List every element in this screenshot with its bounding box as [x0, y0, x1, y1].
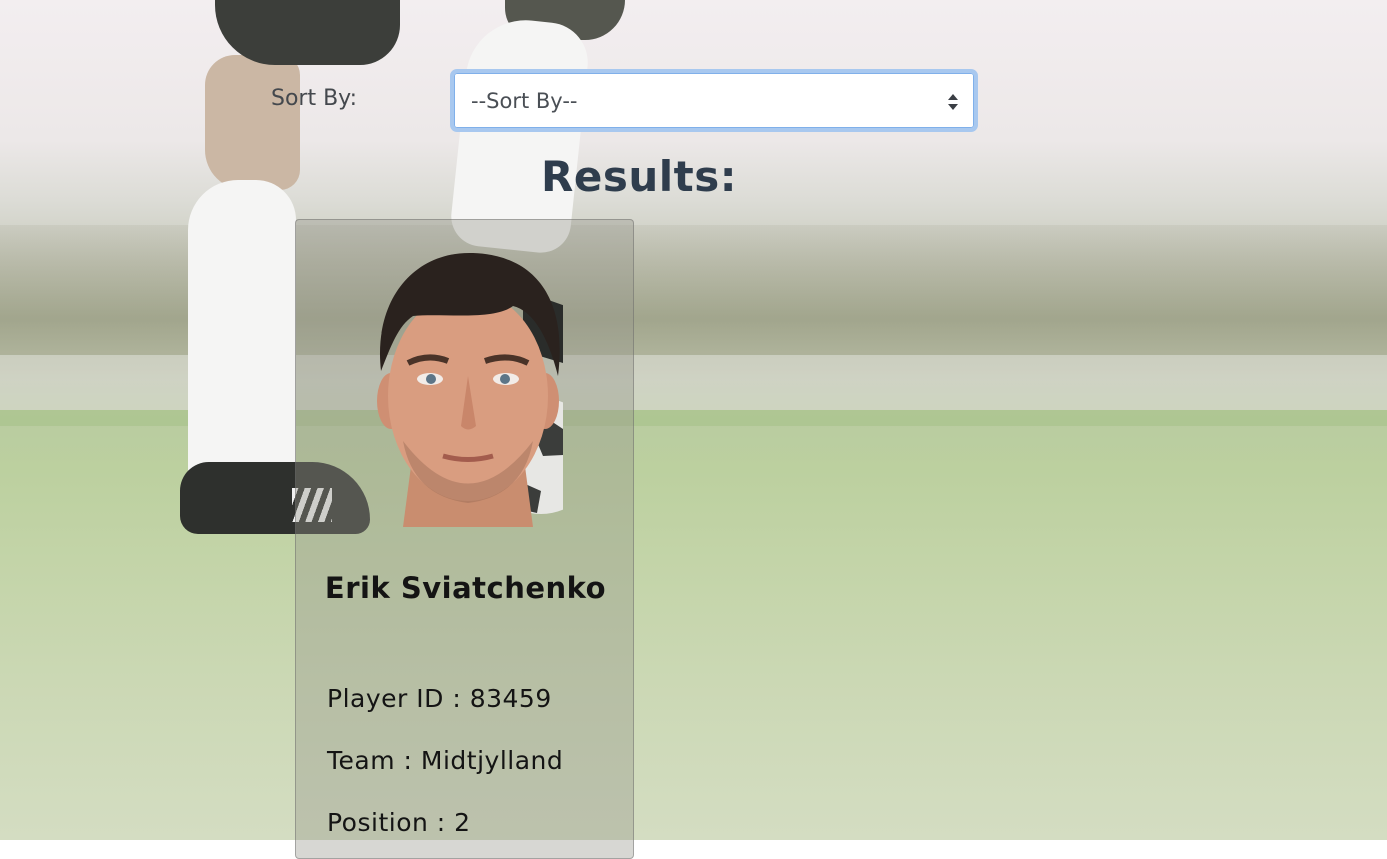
player-headshot-image: [377, 252, 563, 527]
player-id-row: Player ID : 83459: [327, 684, 552, 713]
sort-by-selected-value: --Sort By--: [471, 89, 578, 113]
results-heading: Results:: [541, 152, 737, 201]
team-value: Midtjylland: [420, 746, 564, 775]
position-label: Position: [327, 808, 429, 837]
player-card[interactable]: Erik Sviatchenko Player ID : 83459 Team …: [295, 219, 634, 859]
player-id-label: Player ID: [327, 684, 444, 713]
position-row: Position : 2: [327, 808, 471, 837]
player-shorts: [215, 0, 400, 65]
position-value: 2: [454, 808, 471, 837]
team-label: Team: [327, 746, 396, 775]
player-sock-near: [188, 180, 296, 510]
select-arrows-icon: [948, 94, 958, 110]
player-leg-skin: [205, 55, 300, 190]
team-row: Team : Midtjylland: [327, 746, 564, 775]
player-photo: [373, 251, 563, 527]
sort-by-label: Sort By:: [271, 86, 358, 111]
player-name: Erik Sviatchenko: [324, 571, 607, 605]
player-id-value: 83459: [469, 684, 552, 713]
sort-by-select[interactable]: --Sort By--: [450, 69, 978, 132]
